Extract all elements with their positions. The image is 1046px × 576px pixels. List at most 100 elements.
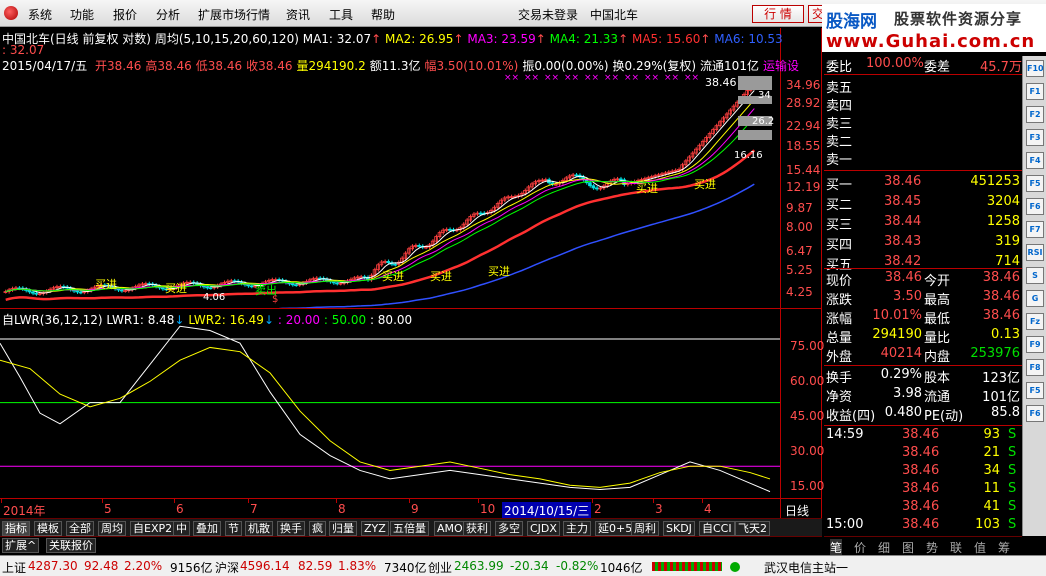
indicator-tab[interactable]: 中: [173, 521, 190, 536]
toolbar-shortcut-icon[interactable]: F10: [1026, 60, 1044, 77]
date-tick-label: 9: [411, 502, 419, 516]
indicator-tab[interactable]: 主力: [563, 521, 591, 536]
indicator-tab[interactable]: 五倍量: [390, 521, 429, 536]
indicator-tab[interactable]: 归量: [329, 521, 357, 536]
price-tick-label: 15.44: [786, 163, 821, 177]
menu-extended-market[interactable]: 扩展市场行情: [198, 6, 270, 23]
indicator-tab[interactable]: 周利: [631, 521, 659, 536]
indicator-tab[interactable]: 节: [225, 521, 242, 536]
server-name[interactable]: 武汉电信主站一: [764, 559, 848, 576]
stat-label: 现价: [826, 274, 853, 289]
date-tick: [102, 499, 103, 503]
menu-news[interactable]: 资讯: [286, 6, 310, 23]
lwr-indicator-chart[interactable]: [0, 322, 780, 498]
quote-tab[interactable]: 图: [902, 539, 914, 556]
menu-analysis[interactable]: 分析: [156, 6, 180, 23]
quote-tab[interactable]: 笔: [830, 539, 843, 556]
indicator-tab[interactable]: 延0+5: [595, 521, 636, 536]
candle-body: [78, 291, 83, 294]
ma2-value: MA2: 26.95: [385, 32, 454, 46]
candle-body: [591, 185, 596, 189]
toolbar-shortcut-icon[interactable]: F1: [1026, 83, 1044, 100]
indicator-tab[interactable]: 机散: [245, 521, 273, 536]
menu-tools[interactable]: 工具: [329, 6, 353, 23]
buy-price: 38.44: [884, 214, 922, 229]
candle-body: [34, 292, 38, 295]
toolbar-shortcut-icon[interactable]: Fz: [1026, 313, 1044, 330]
signal-marker: ××: [524, 73, 539, 83]
menu-function[interactable]: 功能: [70, 6, 94, 23]
brand-slogan: 股票软件资源分享: [894, 10, 1023, 28]
toolbar-shortcut-icon[interactable]: F4: [1026, 152, 1044, 169]
toolbar-shortcut-icon[interactable]: F9: [1026, 336, 1044, 353]
tab-related-quote[interactable]: 关联报价: [46, 538, 96, 553]
toolbar-shortcut-icon[interactable]: F3: [1026, 129, 1044, 146]
menu-help[interactable]: 帮助: [371, 6, 395, 23]
indicator-tab[interactable]: 自CCI: [699, 521, 735, 536]
indicator-tab[interactable]: 换手: [277, 521, 305, 536]
band-label: 34: [758, 90, 771, 101]
indicator-tab[interactable]: SKDJ: [663, 521, 695, 536]
toolbar-shortcut-icon[interactable]: G: [1026, 290, 1044, 307]
indicator-tab[interactable]: 飞天2: [735, 521, 770, 536]
toolbar-shortcut-icon[interactable]: F8: [1026, 359, 1044, 376]
quote-button[interactable]: 行 情: [752, 5, 804, 23]
price-chart[interactable]: 买进 买进买进 买进 买进买进 买进卖出$4.0638.46×× ×× ×× ×× ×× ×× ××…: [0, 70, 780, 308]
indicator-tab[interactable]: 模板: [34, 521, 62, 536]
toolbar-shortcut-icon[interactable]: RSI: [1026, 244, 1044, 261]
stat-label: 外盘: [826, 350, 853, 365]
toolbar-shortcut-icon[interactable]: F6: [1026, 405, 1044, 422]
buy-signal-label: 买进: [95, 278, 117, 291]
indicator-tab[interactable]: ZYZ: [361, 521, 389, 536]
pane-divider: [0, 308, 822, 309]
toolbar-shortcut-icon[interactable]: F6: [1026, 198, 1044, 215]
indicator-tab[interactable]: 获利: [463, 521, 491, 536]
trade-login-status[interactable]: 交易未登录: [518, 6, 578, 23]
menu-system[interactable]: 系统: [28, 6, 52, 23]
tab-extend[interactable]: 扩展^: [2, 538, 40, 553]
quote-tab[interactable]: 细: [878, 539, 890, 556]
indicator-tab[interactable]: 周均: [98, 521, 126, 536]
indicator-tab[interactable]: 自EXP2: [130, 521, 176, 536]
quote-tab[interactable]: 联: [950, 539, 962, 556]
price-tick-label: 6.47: [786, 244, 813, 258]
indicator-tab[interactable]: AMO: [434, 521, 466, 536]
toolbar-shortcut-icon[interactable]: F5: [1026, 175, 1044, 192]
weibi-value: 100.00%: [866, 56, 924, 71]
indicator-tab[interactable]: 多空: [495, 521, 523, 536]
quote-tab[interactable]: 价: [854, 539, 866, 556]
indicator-tab[interactable]: 疯: [309, 521, 326, 536]
weicha-label: 委差: [924, 60, 951, 75]
menu-quote[interactable]: 报价: [113, 6, 137, 23]
stat-label: 最高: [924, 293, 951, 308]
indicator-tab[interactable]: 全部: [66, 521, 94, 536]
tick-price: 38.46: [902, 463, 940, 478]
sh-value: 4287.30: [28, 559, 78, 573]
date-tick-label: 4: [704, 502, 712, 516]
quote-tab[interactable]: 值: [974, 539, 986, 556]
toolbar-shortcut-icon[interactable]: F5: [1026, 382, 1044, 399]
candle-body: [27, 289, 32, 293]
indicator-tick-label: 30.00: [790, 444, 825, 458]
indicator-tab[interactable]: CJDX: [527, 521, 560, 536]
candle-body: [160, 287, 165, 290]
stat-value: 38.46: [982, 308, 1020, 323]
sh-percent: 2.20%: [124, 559, 163, 573]
stat-value: 38.46: [982, 289, 1020, 304]
toolbar-shortcut-icon[interactable]: S: [1026, 267, 1044, 284]
toolbar-shortcut-icon[interactable]: F7: [1026, 221, 1044, 238]
cy-label: 创业: [428, 561, 453, 575]
tick-time: 14:59: [826, 427, 864, 442]
tick-volume: 21: [983, 445, 1000, 460]
quote-tab[interactable]: 筹: [998, 539, 1010, 556]
band-label: 16.16: [734, 150, 763, 161]
period-label[interactable]: 日线: [785, 502, 809, 519]
divider: [824, 268, 1022, 269]
indicator-tab[interactable]: 叠加: [193, 521, 221, 536]
indicator-tab[interactable]: 指标: [2, 521, 30, 536]
sell-level-label: 卖四: [826, 99, 853, 114]
quote-tab[interactable]: 势: [926, 539, 938, 556]
toolbar-shortcut-icon[interactable]: F2: [1026, 106, 1044, 123]
hs-percent: 1.83%: [338, 559, 377, 573]
signal-marker: ××: [504, 73, 519, 83]
